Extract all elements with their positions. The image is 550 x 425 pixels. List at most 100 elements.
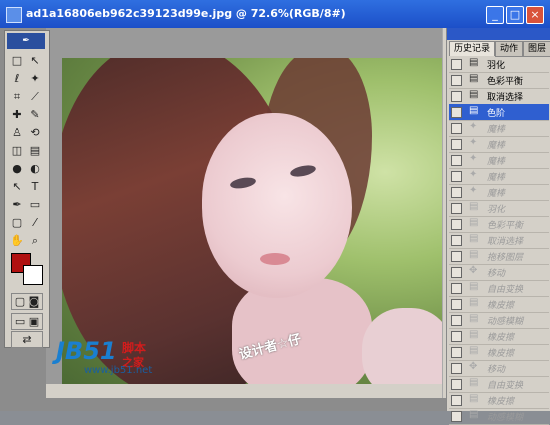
history-brush-source-checkbox[interactable] [451, 347, 462, 358]
history-brush-source-checkbox[interactable] [451, 315, 462, 326]
history-item[interactable]: ▤ 橡皮擦 [449, 296, 549, 313]
pen-tool-icon[interactable]: ✒ [9, 197, 25, 212]
history-brush-source-checkbox[interactable] [451, 123, 462, 134]
eraser-tool-icon[interactable]: ◫ [9, 143, 25, 158]
history-brush-source-checkbox[interactable] [451, 251, 462, 262]
history-item-label: 动感模糊 [487, 413, 524, 423]
history-brush-source-checkbox[interactable] [451, 59, 462, 70]
background-color-swatch[interactable] [23, 265, 43, 285]
history-item[interactable]: ▤ 动感模糊 [449, 312, 549, 329]
history-step-icon: ▤ [469, 233, 479, 244]
path-select-tool-icon[interactable]: ↖ [9, 179, 25, 194]
history-brush-source-checkbox[interactable] [451, 155, 462, 166]
history-step-icon: ▤ [469, 297, 479, 308]
history-item[interactable]: ▤ 取消选择 [449, 88, 549, 105]
history-step-icon: ✦ [469, 153, 478, 164]
history-item[interactable]: ▤ 取消选择 [449, 232, 549, 249]
clone-stamp-tool-icon[interactable]: ♙ [9, 125, 25, 140]
history-item-label: 取消选择 [487, 93, 524, 103]
history-brush-source-checkbox[interactable] [451, 267, 462, 278]
history-step-icon: ✥ [469, 361, 478, 372]
history-item[interactable]: ▤ 色彩平衡 [449, 72, 549, 89]
type-tool-icon[interactable]: T [27, 179, 43, 194]
history-item[interactable]: ▤ 自由变换 [449, 280, 549, 297]
lasso-tool-icon[interactable]: ℓ [9, 71, 25, 86]
history-item[interactable]: ✦ 魔棒 [449, 168, 549, 185]
feather-logo-icon[interactable]: ✒ [7, 33, 45, 49]
maximize-button[interactable]: □ [506, 6, 524, 24]
healing-brush-tool-icon[interactable]: ✚ [9, 107, 25, 122]
gradient-tool-icon[interactable]: ▤ [27, 143, 43, 158]
history-item[interactable]: ▤ 橡皮擦 [449, 328, 549, 345]
history-brush-source-checkbox[interactable] [451, 411, 462, 422]
history-brush-tool-icon[interactable]: ⟲ [27, 125, 43, 140]
history-step-icon: ▤ [469, 73, 479, 84]
history-item[interactable]: ✦ 魔棒 [449, 184, 549, 201]
move-tool-icon[interactable]: ↖ [27, 53, 43, 68]
history-brush-source-checkbox[interactable] [451, 187, 462, 198]
history-brush-source-checkbox[interactable] [451, 299, 462, 310]
tab-history[interactable]: 历史记录 [449, 41, 495, 56]
history-item[interactable]: ✥ 移动 [449, 264, 549, 281]
dodge-tool-icon[interactable]: ◐ [27, 161, 43, 176]
history-item[interactable]: ✦ 魔棒 [449, 120, 549, 137]
history-brush-source-checkbox[interactable] [451, 331, 462, 342]
history-item[interactable]: ✦ 魔棒 [449, 152, 549, 169]
history-brush-source-checkbox[interactable] [451, 379, 462, 390]
document-image[interactable]: 设计者☆仔 [62, 58, 442, 384]
history-item[interactable]: ▤ 羽化 [449, 56, 549, 73]
history-brush-source-checkbox[interactable] [451, 75, 462, 86]
shape-tool-icon[interactable]: ▭ [27, 197, 43, 212]
horizontal-scrollbar[interactable] [46, 384, 442, 398]
window-titlebar: ad1a16806eb962c39123d99e.jpg @ 72.6%(RGB… [0, 0, 550, 28]
slice-tool-icon[interactable]: ⟋ [27, 89, 43, 104]
brush-tool-icon[interactable]: ✎ [27, 107, 43, 122]
history-brush-source-checkbox[interactable] [451, 395, 462, 406]
screen-mode-icon[interactable]: ▭ ▣ [11, 313, 43, 330]
marquee-tool-icon[interactable]: □ [9, 53, 25, 68]
quick-mask-icon[interactable]: ▢ ◙ [11, 293, 43, 310]
history-brush-source-checkbox[interactable] [451, 219, 462, 230]
history-item[interactable]: ▤ 色阶 [449, 104, 549, 121]
history-item[interactable]: ▤ 橡皮擦 [449, 392, 549, 409]
history-brush-source-checkbox[interactable] [451, 107, 462, 118]
tab-layers[interactable]: 图层 [523, 41, 550, 57]
history-item-label: 橡皮擦 [487, 333, 515, 343]
history-brush-source-checkbox[interactable] [451, 139, 462, 150]
tab-actions[interactable]: 动作 [495, 41, 523, 57]
history-item[interactable]: ▤ 拖移图层 [449, 248, 549, 265]
eyedropper-tool-icon[interactable]: ⁄ [27, 215, 43, 230]
history-step-icon: ▤ [469, 217, 479, 228]
history-item[interactable]: ▤ 羽化 [449, 200, 549, 217]
history-brush-source-checkbox[interactable] [451, 203, 462, 214]
history-item-label: 魔棒 [487, 141, 506, 151]
watermark-logo: JB51 [56, 337, 117, 365]
history-brush-source-checkbox[interactable] [451, 283, 462, 294]
history-brush-source-checkbox[interactable] [451, 91, 462, 102]
history-item-label: 魔棒 [487, 173, 506, 183]
blur-tool-icon[interactable]: ● [9, 161, 25, 176]
history-item-label: 羽化 [487, 61, 506, 71]
history-step-icon: ▤ [469, 377, 479, 388]
close-button[interactable]: × [526, 6, 544, 24]
history-item[interactable]: ▤ 自由变换 [449, 376, 549, 393]
notes-tool-icon[interactable]: ▢ [9, 215, 25, 230]
history-item[interactable]: ✦ 魔棒 [449, 136, 549, 153]
history-item[interactable]: ✥ 移动 [449, 360, 549, 377]
crop-tool-icon[interactable]: ⌗ [9, 89, 25, 104]
history-brush-source-checkbox[interactable] [451, 235, 462, 246]
history-item-label: 橡皮擦 [487, 397, 515, 407]
history-step-icon: ▤ [469, 393, 479, 404]
history-item[interactable]: ▤ 色彩平衡 [449, 216, 549, 233]
jb51-watermark: JB51 脚本 之家 www.jb51.net [56, 337, 156, 381]
minimize-button[interactable]: _ [486, 6, 504, 24]
history-step-icon: ▤ [469, 105, 479, 116]
magic-wand-tool-icon[interactable]: ✦ [27, 71, 43, 86]
history-brush-source-checkbox[interactable] [451, 363, 462, 374]
history-item-label: 橡皮擦 [487, 301, 515, 311]
history-brush-source-checkbox[interactable] [451, 171, 462, 182]
history-item[interactable]: ▤ 橡皮擦 [449, 344, 549, 361]
zoom-tool-icon[interactable]: ⌕ [27, 233, 43, 248]
jump-to-imageready-icon[interactable]: ⇄ [11, 331, 43, 348]
hand-tool-icon[interactable]: ✋ [9, 233, 25, 248]
